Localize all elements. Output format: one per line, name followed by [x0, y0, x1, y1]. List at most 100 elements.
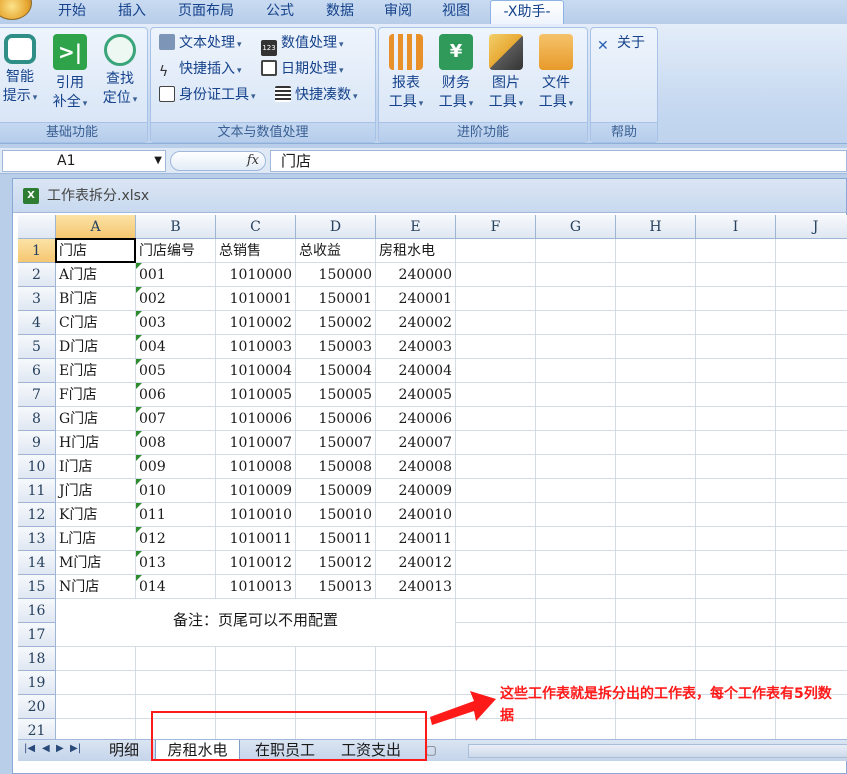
- column-header-h[interactable]: H: [616, 215, 696, 239]
- cell-b1[interactable]: 门店编号: [136, 239, 216, 263]
- row-header-7[interactable]: 7: [18, 383, 56, 407]
- cell-a9[interactable]: H门店: [56, 431, 136, 455]
- row-header-4[interactable]: 4: [18, 311, 56, 335]
- cell-h10[interactable]: [616, 455, 696, 479]
- cell-d3[interactable]: 150001: [296, 287, 376, 311]
- cell-j16[interactable]: [776, 599, 847, 623]
- row-header-8[interactable]: 8: [18, 407, 56, 431]
- cell-j8[interactable]: [776, 407, 847, 431]
- column-header-d[interactable]: D: [296, 215, 376, 239]
- cell-c15[interactable]: 1010013: [216, 575, 296, 599]
- cell-d7[interactable]: 150005: [296, 383, 376, 407]
- cell-d1[interactable]: 总收益: [296, 239, 376, 263]
- cell-c4[interactable]: 1010002: [216, 311, 296, 335]
- cell-h14[interactable]: [616, 551, 696, 575]
- cell-i13[interactable]: [696, 527, 776, 551]
- cell-a5[interactable]: D门店: [56, 335, 136, 359]
- cell-b15[interactable]: 014: [136, 575, 216, 599]
- cell-b18[interactable]: [136, 647, 216, 671]
- cell-b11[interactable]: 010: [136, 479, 216, 503]
- cell-h12[interactable]: [616, 503, 696, 527]
- sheet-tab-details[interactable]: 明细: [100, 740, 148, 761]
- select-all-corner[interactable]: [18, 215, 56, 239]
- cell-c11[interactable]: 1010009: [216, 479, 296, 503]
- cell-f9[interactable]: [456, 431, 536, 455]
- cell-a6[interactable]: E门店: [56, 359, 136, 383]
- cell-e1[interactable]: 房租水电: [376, 239, 456, 263]
- column-header-i[interactable]: I: [696, 215, 776, 239]
- cell-a19[interactable]: [56, 671, 136, 695]
- column-header-j[interactable]: J: [776, 215, 847, 239]
- row-header-11[interactable]: 11: [18, 479, 56, 503]
- cell-b3[interactable]: 002: [136, 287, 216, 311]
- cell-a20[interactable]: [56, 695, 136, 719]
- remark-cell[interactable]: 备注：页尾可以不用配置: [56, 599, 456, 647]
- tab-home[interactable]: 开始: [44, 0, 100, 24]
- last-sheet-icon[interactable]: ▶|: [70, 743, 81, 754]
- cell-b4[interactable]: 003: [136, 311, 216, 335]
- cell-j1[interactable]: [776, 239, 847, 263]
- cell-i16[interactable]: [696, 599, 776, 623]
- tab-page-layout[interactable]: 页面布局: [164, 0, 248, 24]
- cell-j10[interactable]: [776, 455, 847, 479]
- cell-d12[interactable]: 150010: [296, 503, 376, 527]
- tab-x-helper[interactable]: -X助手-: [490, 0, 564, 24]
- cell-d19[interactable]: [296, 671, 376, 695]
- cell-e2[interactable]: 240000: [376, 263, 456, 287]
- cell-h1[interactable]: [616, 239, 696, 263]
- cell-e15[interactable]: 240013: [376, 575, 456, 599]
- smart-hint-button[interactable]: 智能 提示 ▾: [0, 32, 43, 108]
- cell-a2[interactable]: A门店: [56, 263, 136, 287]
- cell-h4[interactable]: [616, 311, 696, 335]
- next-sheet-icon[interactable]: ▶: [56, 743, 64, 754]
- cell-h11[interactable]: [616, 479, 696, 503]
- cell-j3[interactable]: [776, 287, 847, 311]
- cell-a10[interactable]: I门店: [56, 455, 136, 479]
- cell-h8[interactable]: [616, 407, 696, 431]
- row-header-21[interactable]: 21: [18, 719, 56, 739]
- cell-i18[interactable]: [696, 647, 776, 671]
- cell-d14[interactable]: 150012: [296, 551, 376, 575]
- cell-i4[interactable]: [696, 311, 776, 335]
- cell-d4[interactable]: 150002: [296, 311, 376, 335]
- row-header-19[interactable]: 19: [18, 671, 56, 695]
- column-header-a[interactable]: A: [56, 215, 136, 239]
- cell-h2[interactable]: [616, 263, 696, 287]
- cell-g3[interactable]: [536, 287, 616, 311]
- cell-c7[interactable]: 1010005: [216, 383, 296, 407]
- cell-g13[interactable]: [536, 527, 616, 551]
- cell-d9[interactable]: 150007: [296, 431, 376, 455]
- cell-g2[interactable]: [536, 263, 616, 287]
- first-sheet-icon[interactable]: |◀: [24, 743, 35, 754]
- cell-a1[interactable]: 门店: [56, 239, 136, 263]
- cell-j13[interactable]: [776, 527, 847, 551]
- row-header-3[interactable]: 3: [18, 287, 56, 311]
- cell-e14[interactable]: 240012: [376, 551, 456, 575]
- cell-b8[interactable]: 007: [136, 407, 216, 431]
- cell-b5[interactable]: 004: [136, 335, 216, 359]
- cell-d8[interactable]: 150006: [296, 407, 376, 431]
- cell-j9[interactable]: [776, 431, 847, 455]
- cell-i2[interactable]: [696, 263, 776, 287]
- cell-i6[interactable]: [696, 359, 776, 383]
- cell-b7[interactable]: 006: [136, 383, 216, 407]
- cell-f16[interactable]: [456, 599, 536, 623]
- cell-e3[interactable]: 240001: [376, 287, 456, 311]
- cell-g18[interactable]: [536, 647, 616, 671]
- cell-g11[interactable]: [536, 479, 616, 503]
- tab-review[interactable]: 审阅: [372, 0, 424, 24]
- cell-g15[interactable]: [536, 575, 616, 599]
- cell-h7[interactable]: [616, 383, 696, 407]
- horizontal-scrollbar[interactable]: [468, 744, 847, 758]
- cell-i11[interactable]: [696, 479, 776, 503]
- cell-c13[interactable]: 1010011: [216, 527, 296, 551]
- row-header-14[interactable]: 14: [18, 551, 56, 575]
- cell-j12[interactable]: [776, 503, 847, 527]
- cell-f12[interactable]: [456, 503, 536, 527]
- cell-e10[interactable]: 240008: [376, 455, 456, 479]
- cell-f15[interactable]: [456, 575, 536, 599]
- row-header-5[interactable]: 5: [18, 335, 56, 359]
- column-header-b[interactable]: B: [136, 215, 216, 239]
- number-process-button[interactable]: 123 数值处理 ▾: [261, 32, 344, 56]
- quick-sum-button[interactable]: 快捷凑数 ▾: [275, 84, 358, 106]
